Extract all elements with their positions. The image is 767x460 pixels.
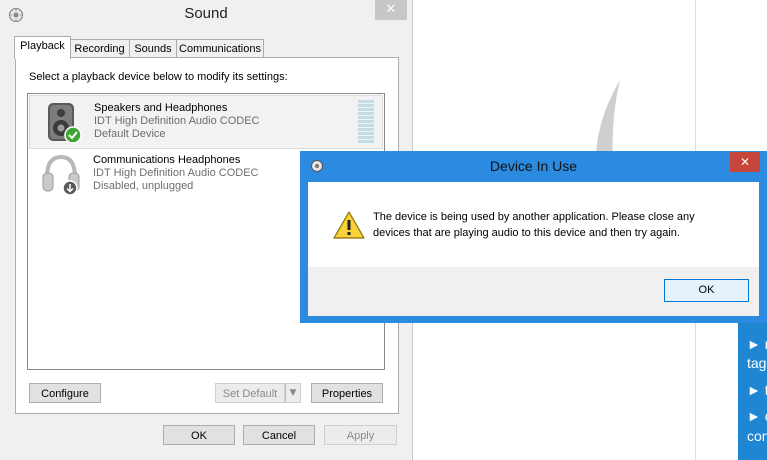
sound-titlebar[interactable]: Sound ✕	[0, 0, 412, 30]
dialog-ok-button[interactable]: OK	[664, 279, 749, 302]
close-button[interactable]: ✕	[375, 0, 407, 20]
set-default-dropdown[interactable]: ▼	[285, 383, 301, 403]
configure-button[interactable]: Configure	[29, 383, 101, 403]
device-in-use-dialog: Device In Use ✕ The device is being used…	[300, 151, 767, 323]
device-status: Default Device	[94, 128, 166, 140]
device-description: IDT High Definition Audio CODEC	[94, 115, 260, 127]
ok-button[interactable]: OK	[163, 425, 235, 445]
dialog-body: The device is being used by another appl…	[308, 182, 759, 316]
device-item-speakers[interactable]: Speakers and Headphones IDT High Definit…	[29, 95, 383, 149]
blue-panel-line: ► t	[747, 382, 767, 398]
dialog-title: Device In Use	[489, 158, 578, 174]
chevron-down-icon: ▼	[289, 388, 297, 398]
dialog-titlebar[interactable]: Device In Use ✕	[300, 151, 767, 181]
device-name: Speakers and Headphones	[94, 102, 228, 114]
volume-level-meter	[358, 100, 374, 143]
dialog-message: The device is being used by another appl…	[373, 211, 695, 239]
device-description: IDT High Definition Audio CODEC	[93, 167, 259, 179]
warning-icon	[333, 211, 365, 239]
tab-sounds[interactable]: Sounds	[129, 39, 177, 58]
dialog-close-button[interactable]: ✕	[730, 152, 760, 172]
dialog-content: The device is being used by another appl…	[308, 182, 759, 267]
blue-panel-line: tag	[747, 355, 767, 371]
device-name: Communications Headphones	[93, 154, 241, 166]
down-arrow-badge	[62, 180, 78, 196]
green-check-badge	[64, 126, 82, 144]
properties-button[interactable]: Properties	[311, 383, 383, 403]
headphones-icon	[42, 154, 80, 196]
window-title: Sound	[184, 5, 228, 22]
speaker-icon	[48, 103, 82, 144]
set-default-button[interactable]: Set Default	[215, 383, 285, 403]
tab-recording[interactable]: Recording	[69, 39, 130, 58]
apply-button[interactable]: Apply	[324, 425, 397, 445]
instruction-text: Select a playback device below to modify…	[29, 71, 288, 83]
blue-panel-line: con	[747, 428, 767, 444]
blue-panel-line: ► n	[747, 336, 767, 352]
device-status: Disabled, unplugged	[93, 180, 194, 192]
close-icon: ✕	[385, 2, 397, 17]
tab-communications[interactable]: Communications	[176, 39, 264, 58]
cancel-button[interactable]: Cancel	[243, 425, 315, 445]
background-blue-panel: ► n tag ► t ► c con	[738, 322, 767, 460]
close-icon: ✕	[739, 155, 751, 169]
blue-panel-line: ► c	[747, 408, 767, 424]
tab-playback[interactable]: Playback	[14, 36, 71, 59]
